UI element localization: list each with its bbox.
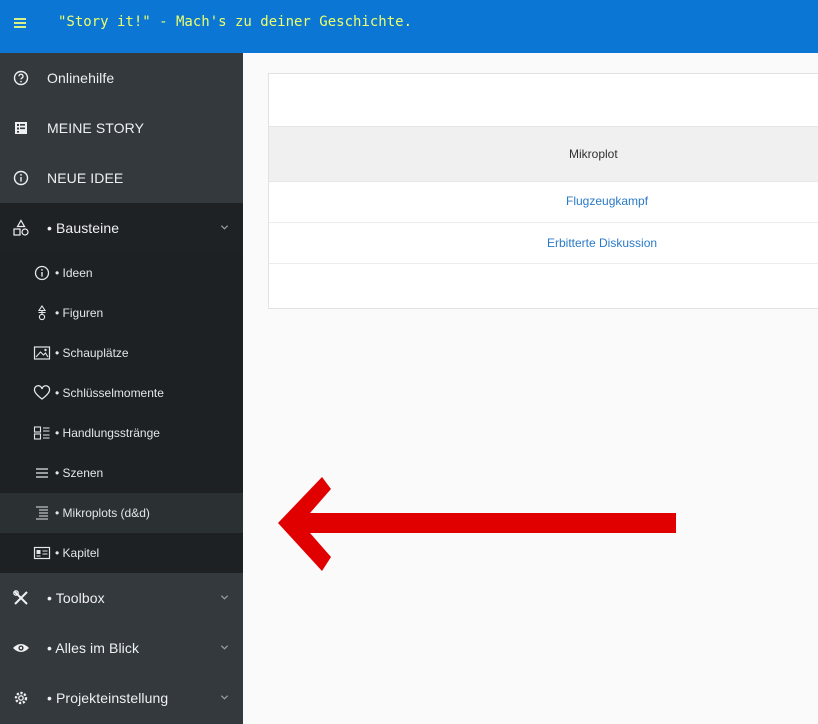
sidebar-subitem-figuren[interactable]: • Figuren: [0, 293, 243, 333]
bausteine-submenu: • Ideen • Figuren • Schauplätze • Schlüs…: [0, 253, 243, 573]
main-content: Mikroplot Flugzeugkampf Erbitterte Disku…: [243, 53, 818, 724]
lines-icon: [32, 463, 52, 483]
mikroplot-link[interactable]: Flugzeugkampf: [566, 194, 648, 208]
subitem-label: • Mikroplots (d&d): [55, 506, 150, 520]
sidebar-subitem-schauplaetze[interactable]: • Schauplätze: [0, 333, 243, 373]
chevron-down-icon: [220, 595, 229, 600]
info-circle-icon: [32, 263, 52, 283]
gear-icon: [10, 687, 32, 709]
table-column-header: Mikroplot: [269, 127, 818, 182]
column-header-mikroplot: Mikroplot: [569, 147, 618, 161]
sidebar-group-alles-im-blick[interactable]: • Alles im Blick: [0, 623, 243, 673]
info-circle-icon: [10, 167, 32, 189]
book-icon: [10, 117, 32, 139]
eye-icon: [10, 637, 32, 659]
sidebar-subitem-kapitel[interactable]: • Kapitel: [0, 533, 243, 573]
sidebar-item-label: Onlinehilfe: [47, 70, 115, 86]
sidebar-subitem-schluesselmomente[interactable]: • Schlüsselmomente: [0, 373, 243, 413]
table-row: Flugzeugkampf: [269, 182, 818, 223]
mikroplot-table-card: Mikroplot Flugzeugkampf Erbitterte Disku…: [268, 73, 818, 309]
sidebar-group-bausteine: • Bausteine • Ideen • Figuren • Schauplä…: [0, 203, 243, 573]
sidebar-subitem-szenen[interactable]: • Szenen: [0, 453, 243, 493]
subitem-label: • Figuren: [55, 306, 104, 320]
sidebar-group-label: • Toolbox: [47, 590, 105, 606]
sidebar-subitem-mikroplots[interactable]: • Mikroplots (d&d): [0, 493, 243, 533]
top-bar: "Story it!" - Mach's zu deiner Geschicht…: [0, 0, 818, 53]
indent-lines-icon: [32, 503, 52, 523]
card-footer: [269, 263, 818, 309]
sidebar-group-label: • Alles im Blick: [47, 640, 140, 656]
layout-list-icon: [32, 423, 52, 443]
subitem-label: • Kapitel: [55, 546, 100, 560]
sidebar-group-toggle-bausteine[interactable]: • Bausteine: [0, 203, 243, 253]
subitem-label: • Ideen: [55, 266, 93, 280]
mikroplot-link[interactable]: Erbitterte Diskussion: [547, 236, 657, 250]
card-header: [269, 74, 818, 127]
sidebar-item-onlinehilfe[interactable]: Onlinehilfe: [0, 53, 243, 103]
chevron-down-icon: [220, 225, 229, 230]
shapes-icon: [10, 217, 32, 239]
subitem-label: • Schlüsselmomente: [55, 386, 164, 400]
chevron-down-icon: [220, 695, 229, 700]
sidebar-group-projekteinstellung[interactable]: • Projekteinstellung: [0, 673, 243, 723]
sidebar-group-label: • Bausteine: [47, 220, 120, 236]
red-arrow-annotation: [278, 477, 676, 571]
hamburger-menu-button[interactable]: [8, 9, 32, 37]
id-card-icon: [32, 543, 52, 563]
sidebar: Onlinehilfe MEINE STORY NEUE IDEE • Baus…: [0, 53, 243, 724]
sidebar-item-neue-idee[interactable]: NEUE IDEE: [0, 153, 243, 203]
sidebar-nav: Onlinehilfe MEINE STORY NEUE IDEE • Baus…: [0, 53, 243, 723]
sidebar-group-label: • Projekteinstellung: [47, 690, 169, 706]
image-icon: [32, 343, 52, 363]
chevron-down-icon: [220, 645, 229, 650]
app-title: "Story it!" - Mach's zu deiner Geschicht…: [58, 14, 413, 30]
sidebar-item-label: NEUE IDEE: [47, 170, 124, 186]
sidebar-subitem-ideen[interactable]: • Ideen: [0, 253, 243, 293]
figure-icon: [32, 303, 52, 323]
heart-icon: [32, 383, 52, 403]
subitem-label: • Schauplätze: [55, 346, 129, 360]
tools-icon: [10, 587, 32, 609]
sidebar-item-label: MEINE STORY: [47, 120, 145, 136]
subitem-label: • Szenen: [55, 466, 104, 480]
help-circle-icon: [10, 67, 32, 89]
table-row: Erbitterte Diskussion: [269, 223, 818, 264]
subitem-label: • Handlungsstränge: [55, 426, 160, 440]
sidebar-item-meine-story[interactable]: MEINE STORY: [0, 103, 243, 153]
sidebar-subitem-handlungsstraenge[interactable]: • Handlungsstränge: [0, 413, 243, 453]
sidebar-group-toolbox[interactable]: • Toolbox: [0, 573, 243, 623]
menu-icon: [14, 18, 26, 28]
